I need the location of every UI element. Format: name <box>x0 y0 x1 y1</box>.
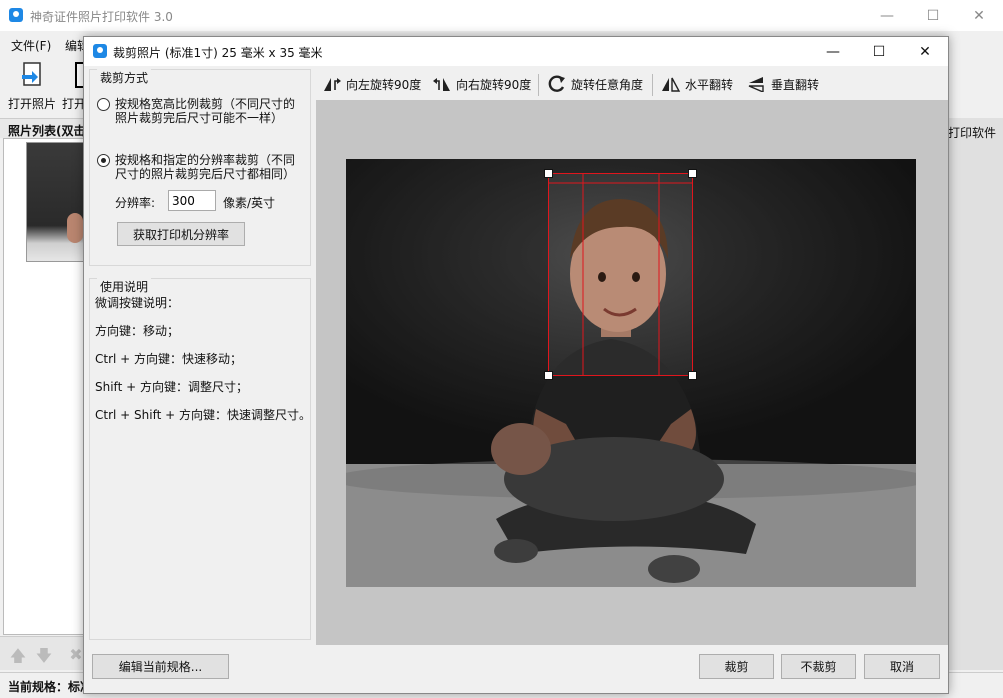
flip-horizontal-icon <box>662 77 681 92</box>
toolbar-separator <box>538 74 539 96</box>
menu-file[interactable]: 文件(F) <box>11 37 51 54</box>
crop-handle-bottom-right[interactable] <box>688 371 697 380</box>
crop-frame[interactable] <box>544 169 697 380</box>
crop-handle-bottom-left[interactable] <box>544 371 553 380</box>
maximize-icon[interactable]: ☐ <box>910 0 956 31</box>
instructions-title: 使用说明 <box>97 278 152 295</box>
close-icon[interactable]: ✕ <box>956 0 1002 31</box>
crop-dialog: 裁剪照片 (标准1寸) 25 毫米 x 35 毫米 — ☐ ✕ 裁剪方式 按规格… <box>83 36 949 694</box>
current-spec-label: 当前规格：标准 <box>8 680 93 694</box>
crop-mode-group: 裁剪方式 按规格宽高比例裁剪（不同尺寸的照片裁剪完后尺寸可能不一样） 按规格和指… <box>89 69 311 266</box>
right-panel: 打印软件 <box>948 118 1003 670</box>
flip-horizontal-label: 水平翻转 <box>685 77 734 92</box>
rotate-left-label: 向左旋转90度 <box>346 77 422 92</box>
photo-list-header: 照片列表(双击 <box>0 118 90 138</box>
crop-by-resolution-radio[interactable] <box>97 154 110 167</box>
photo-thumbnail[interactable] <box>26 142 88 262</box>
toolbar-separator <box>652 74 653 96</box>
resolution-label: 分辨率: <box>115 196 156 210</box>
resolution-input[interactable] <box>168 190 216 211</box>
move-up-icon[interactable]: 🡅 <box>8 645 28 665</box>
open-photo-icon <box>22 62 41 86</box>
instruction-line: 微调按键说明： <box>95 296 180 310</box>
crop-by-ratio-radio[interactable] <box>97 98 110 111</box>
resolution-row: 分辨率: 像素/英寸 <box>115 190 305 212</box>
rotate-right-icon <box>433 78 450 91</box>
crop-guide-lines <box>548 173 693 376</box>
edit-toolbar: 向左旋转90度 向右旋转90度 旋转任意角度 水平翻转 垂直翻转 <box>316 69 948 99</box>
get-printer-resolution-button[interactable]: 获取打印机分辨率 <box>117 222 245 246</box>
minimize-icon[interactable]: — <box>864 0 910 31</box>
open-photo-button[interactable]: 打开照片 <box>4 61 60 112</box>
cancel-button[interactable]: 取消 <box>864 654 940 679</box>
dialog-maximize-icon[interactable]: ☐ <box>856 37 902 66</box>
crop-by-resolution-option[interactable]: 按规格和指定的分辨率裁剪（不同尺寸的照片裁剪完后尺寸都相同） <box>97 153 307 185</box>
dialog-close-icon[interactable]: ✕ <box>902 37 948 66</box>
instruction-line: 方向键：移动； <box>95 324 180 338</box>
crop-canvas[interactable] <box>316 100 948 645</box>
instruction-line: Ctrl + Shift + 方向键：快速调整尺寸。 <box>95 408 311 422</box>
dialog-app-icon <box>93 44 107 58</box>
instruction-line: Ctrl + 方向键：快速移动； <box>95 352 243 366</box>
edit-spec-button[interactable]: 编辑当前规格... <box>92 654 229 679</box>
crop-handle-top-right[interactable] <box>688 169 697 178</box>
resolution-unit: 像素/英寸 <box>223 196 276 210</box>
rotate-any-angle-button[interactable]: 旋转任意角度 <box>547 75 643 93</box>
crop-by-ratio-label: 按规格宽高比例裁剪（不同尺寸的照片裁剪完后尺寸可能不一样） <box>115 97 296 125</box>
crop-by-ratio-option[interactable]: 按规格宽高比例裁剪（不同尺寸的照片裁剪完后尺寸可能不一样） <box>97 97 307 129</box>
move-down-icon[interactable]: 🡇 <box>34 645 54 665</box>
rotate-any-angle-icon <box>548 75 565 92</box>
photo-list[interactable] <box>3 138 91 635</box>
no-crop-button[interactable]: 不裁剪 <box>781 654 856 679</box>
rotate-left-button[interactable]: 向左旋转90度 <box>322 75 421 93</box>
crop-by-resolution-label: 按规格和指定的分辨率裁剪（不同尺寸的照片裁剪完后尺寸都相同） <box>115 153 296 181</box>
dialog-minimize-icon[interactable]: — <box>810 37 856 66</box>
flip-vertical-label: 垂直翻转 <box>771 77 820 92</box>
instructions-group: 使用说明 微调按键说明： 方向键：移动； Ctrl + 方向键：快速移动； Sh… <box>89 278 311 640</box>
print-tab[interactable]: 打印软件 <box>948 124 996 141</box>
photo-preview[interactable] <box>346 159 916 587</box>
main-toolbar: 打开照片 打开 <box>0 57 90 117</box>
flip-vertical-icon <box>748 77 764 92</box>
app-logo-icon <box>9 8 23 22</box>
crop-button[interactable]: 裁剪 <box>699 654 774 679</box>
rotate-any-angle-label: 旋转任意角度 <box>571 77 644 92</box>
dialog-title: 裁剪照片 (标准1寸) 25 毫米 x 35 毫米 <box>113 46 323 60</box>
crop-handle-top-left[interactable] <box>544 169 553 178</box>
instruction-line: Shift + 方向键：调整尺寸； <box>95 380 248 394</box>
rotate-left-icon <box>324 78 341 91</box>
open-photo-label: 打开照片 <box>7 97 56 111</box>
flip-horizontal-button[interactable]: 水平翻转 <box>661 75 733 93</box>
main-window-title: 神奇证件照片打印软件 3.0 <box>30 10 173 24</box>
rotate-right-button[interactable]: 向右旋转90度 <box>432 75 531 93</box>
dialog-footer: 编辑当前规格... 裁剪 不裁剪 取消 <box>84 645 948 693</box>
rotate-right-label: 向右旋转90度 <box>456 77 532 92</box>
main-titlebar: 神奇证件照片打印软件 3.0 — ☐ ✕ <box>0 0 1003 31</box>
main-bottom-bar: 🡅 🡇 ✖ <box>0 636 90 670</box>
flip-vertical-button[interactable]: 垂直翻转 <box>747 75 819 93</box>
crop-mode-title: 裁剪方式 <box>97 69 152 86</box>
dialog-titlebar: 裁剪照片 (标准1寸) 25 毫米 x 35 毫米 — ☐ ✕ <box>84 37 948 66</box>
